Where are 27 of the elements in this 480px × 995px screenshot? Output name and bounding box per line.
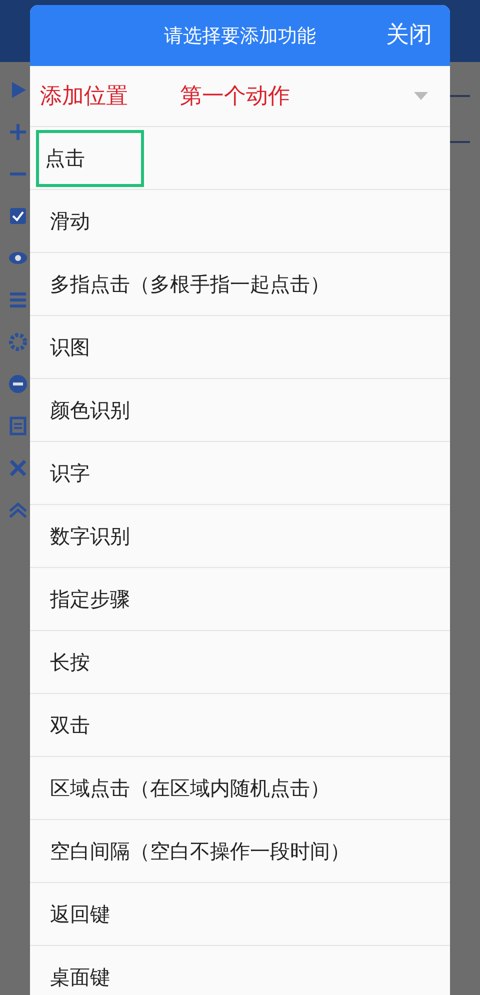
dialog-title: 请选择要添加功能 bbox=[164, 24, 316, 48]
chevrons-up-icon[interactable] bbox=[8, 500, 28, 520]
plus-icon[interactable] bbox=[8, 122, 28, 142]
document-icon[interactable] bbox=[8, 416, 28, 436]
caret-icon bbox=[414, 92, 428, 100]
function-item[interactable]: 桌面键 bbox=[46, 958, 114, 995]
function-item[interactable]: 识字 bbox=[46, 454, 94, 492]
function-item[interactable]: 滑动 bbox=[46, 202, 94, 240]
close-button[interactable]: 关闭 bbox=[386, 19, 432, 50]
function-item[interactable]: 多指点击（多根手指一起点击） bbox=[46, 264, 334, 304]
function-item[interactable]: 识图 bbox=[46, 328, 94, 366]
function-item[interactable]: 颜色识别 bbox=[46, 390, 134, 430]
checkbox-icon[interactable] bbox=[8, 206, 28, 226]
position-value: 第一个动作 bbox=[180, 83, 290, 111]
minus-circle-icon[interactable] bbox=[8, 374, 28, 394]
function-item[interactable]: 指定步骤 bbox=[46, 580, 134, 618]
function-item[interactable]: 返回键 bbox=[46, 894, 114, 934]
function-item[interactable]: 双击 bbox=[46, 706, 94, 744]
position-dropdown[interactable]: 添加位置 第一个动作 bbox=[30, 66, 450, 127]
function-item[interactable]: 空白间隔（空白不操作一段时间） bbox=[46, 832, 354, 870]
function-item[interactable]: 数字识别 bbox=[46, 516, 134, 556]
list-icon[interactable] bbox=[8, 290, 28, 310]
close-icon[interactable] bbox=[8, 458, 28, 478]
position-label: 添加位置 bbox=[40, 83, 128, 111]
function-item[interactable]: 长按 bbox=[46, 642, 94, 682]
function-item[interactable]: 点击 bbox=[36, 130, 144, 186]
function-item[interactable]: 区域点击（在区域内随机点击） bbox=[46, 768, 334, 808]
